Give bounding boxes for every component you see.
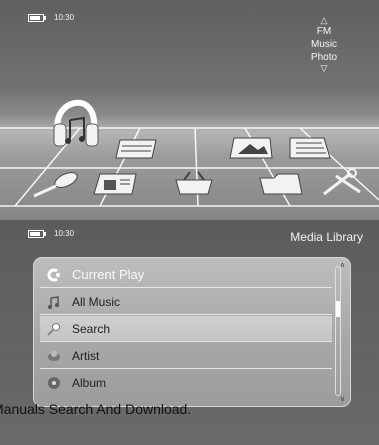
list-item-current-play[interactable]: Current Play (40, 262, 332, 288)
notes-icon[interactable] (289, 137, 331, 159)
scrollbar[interactable] (335, 266, 341, 396)
radio-icon[interactable] (93, 173, 137, 195)
list-item-label: All Music (72, 294, 121, 309)
list-item-label: Album (72, 376, 107, 390)
artist-icon (46, 348, 62, 364)
folder-icon[interactable] (259, 173, 303, 195)
video-icon[interactable] (115, 139, 157, 159)
status-bar: 10:30 (28, 229, 74, 238)
list-item-album[interactable]: Album (40, 370, 332, 396)
battery-icon (28, 229, 46, 238)
status-time: 10:30 (54, 229, 75, 238)
scrollbar-thumb[interactable] (336, 300, 340, 317)
scroll-down-icon[interactable]: ∨ (340, 395, 345, 403)
menu-floor (0, 99, 379, 207)
list-item-artist[interactable]: Artist (40, 343, 332, 369)
page-title: Media Library (290, 230, 363, 244)
list-item-label: Search (72, 321, 111, 336)
music-note-icon (46, 294, 62, 310)
shopping-basket-icon[interactable] (175, 171, 213, 195)
search-icon (46, 321, 62, 337)
photo-icon[interactable] (229, 137, 273, 159)
tools-icon[interactable] (323, 168, 361, 196)
media-library-list: Current Play All Music Search Artist Alb… (33, 257, 351, 407)
watermark-caption: Manuals Search And Download. (0, 401, 192, 417)
album-icon (46, 375, 62, 391)
headphones-icon[interactable] (53, 99, 99, 147)
list-item-label: Current Play (72, 267, 145, 282)
main-menu-screen: 10:30 △ FM Music Photo ▽ (0, 0, 379, 220)
current-play-icon (46, 267, 62, 283)
list-item-label: Artist (72, 348, 100, 363)
list-item-search[interactable]: Search (40, 316, 332, 342)
list-item-all-music[interactable]: All Music (40, 289, 332, 315)
microphone-icon[interactable] (33, 169, 79, 198)
